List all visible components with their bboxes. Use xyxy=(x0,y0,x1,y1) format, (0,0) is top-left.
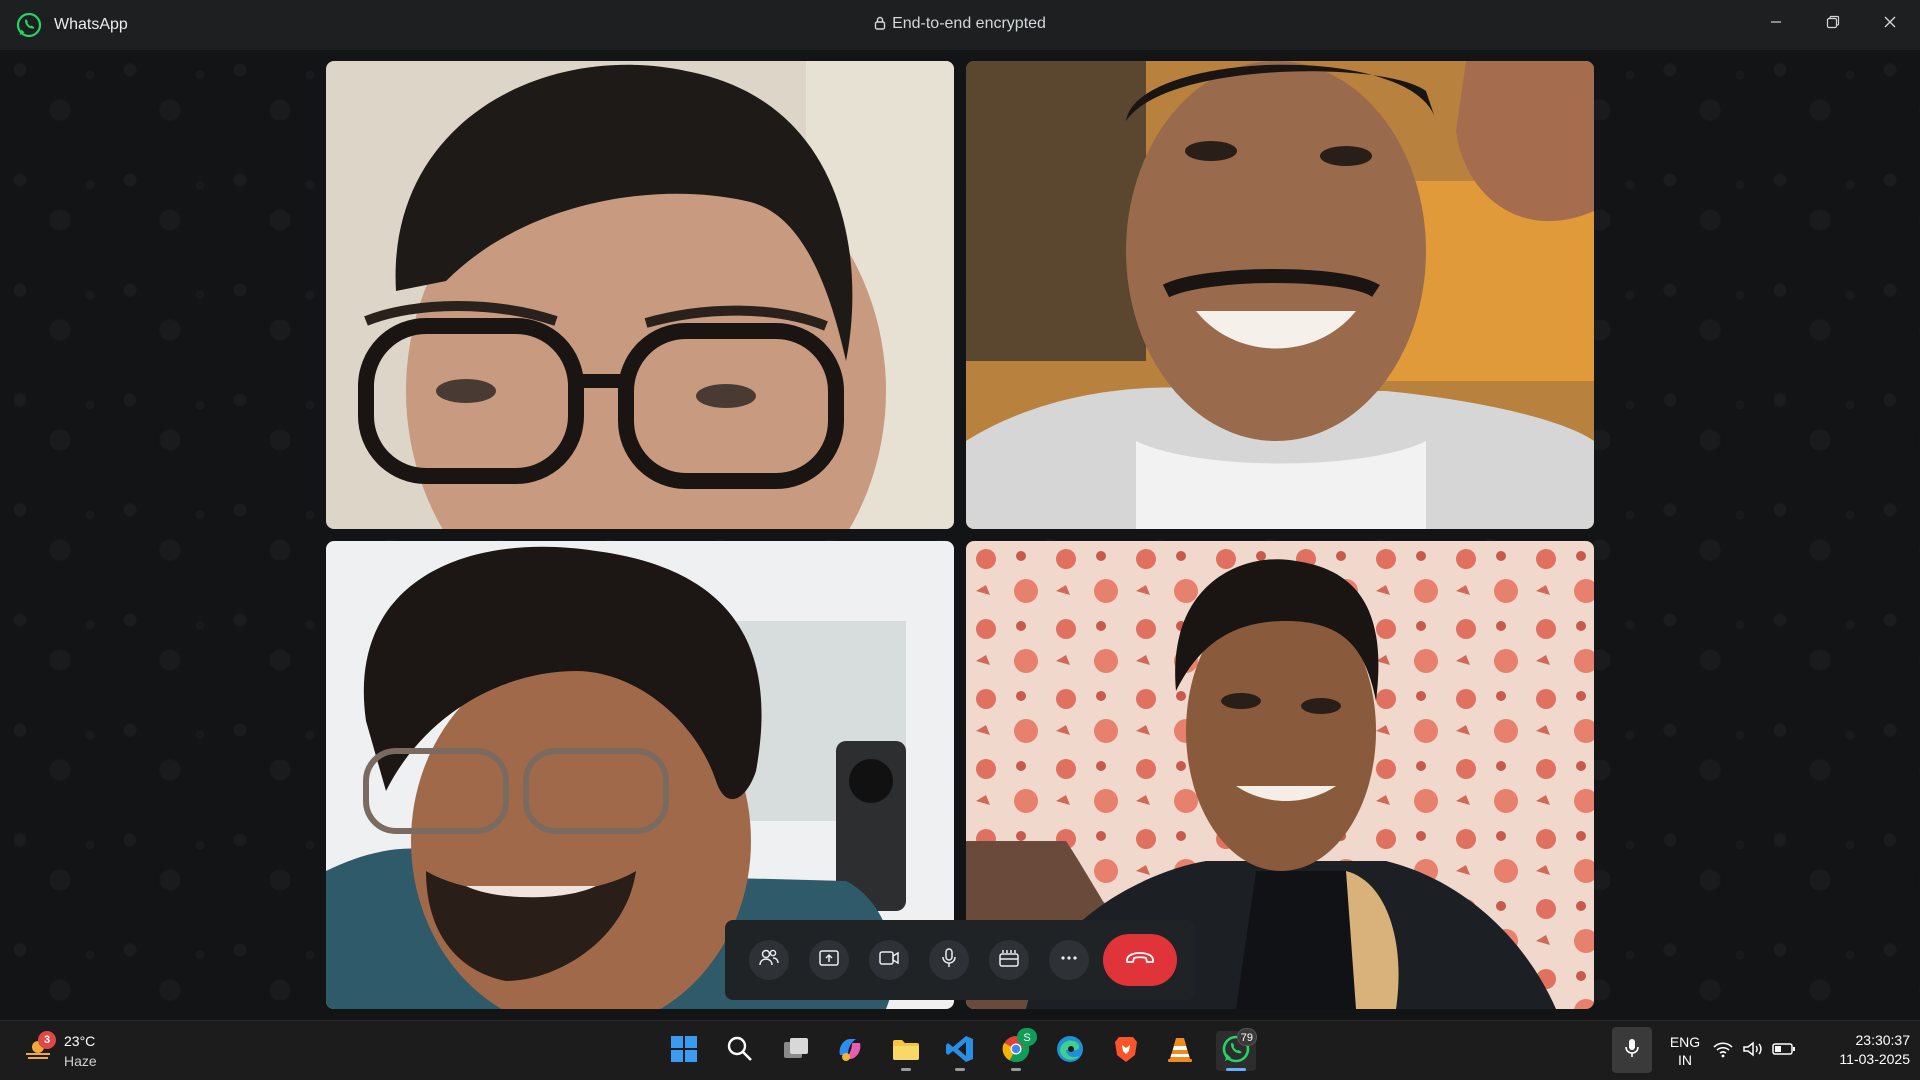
edge-button[interactable] xyxy=(1050,1031,1090,1071)
share-screen-button[interactable] xyxy=(809,940,849,980)
file-explorer-button[interactable] xyxy=(886,1031,926,1071)
folder-icon xyxy=(890,1033,922,1070)
whatsapp-button[interactable]: 79 xyxy=(1216,1028,1257,1071)
brave-icon xyxy=(1110,1033,1142,1070)
volume-icon xyxy=(1742,1040,1764,1063)
running-indicator xyxy=(955,1068,965,1071)
participant-video-1[interactable] xyxy=(326,61,954,529)
start-button[interactable] xyxy=(664,1031,704,1071)
close-button[interactable] xyxy=(1867,6,1913,42)
call-area xyxy=(0,50,1920,1020)
search-icon xyxy=(724,1033,756,1070)
weather-widget[interactable]: 3 23°C Haze xyxy=(20,1029,110,1073)
encryption-label: End-to-end encrypted xyxy=(892,15,1046,32)
microphone-icon xyxy=(1624,1037,1640,1064)
copilot-button[interactable] xyxy=(830,1031,870,1071)
task-view-icon xyxy=(780,1033,812,1070)
weather-temperature: 23°C xyxy=(64,1033,96,1049)
windows-icon xyxy=(668,1033,700,1070)
more-icon xyxy=(1058,947,1080,974)
camera-button[interactable] xyxy=(869,940,909,980)
people-icon xyxy=(758,947,780,974)
weather-condition: Haze xyxy=(64,1053,97,1069)
windows-taskbar: 3 23°C Haze S 79 ENG IN 23:30:37 11-03-2… xyxy=(0,1020,1920,1080)
system-tray[interactable] xyxy=(1712,1039,1802,1063)
title-bar: WhatsApp End-to-end encrypted xyxy=(0,0,1920,50)
vlc-icon xyxy=(1164,1033,1196,1070)
battery-icon xyxy=(1772,1041,1796,1062)
wifi-icon xyxy=(1712,1040,1734,1063)
running-indicator xyxy=(1011,1068,1021,1071)
weather-badge: 3 xyxy=(38,1031,56,1049)
clock-time: 23:30:37 xyxy=(1855,1032,1911,1048)
copilot-icon xyxy=(834,1033,866,1070)
microphone-button[interactable] xyxy=(929,940,969,980)
vscode-button[interactable] xyxy=(940,1031,980,1071)
restore-icon xyxy=(1826,15,1840,34)
chrome-profile-badge: S xyxy=(1017,1028,1037,1046)
brave-button[interactable] xyxy=(1106,1031,1146,1071)
more-options-button[interactable] xyxy=(1049,940,1089,980)
whatsapp-unread-badge: 79 xyxy=(1236,1028,1257,1046)
clock[interactable]: 23:30:37 11-03-2025 xyxy=(1810,1031,1910,1069)
call-controls xyxy=(725,920,1195,1000)
effects-icon xyxy=(998,947,1020,974)
language-indicator[interactable]: ENG IN xyxy=(1665,1033,1705,1069)
participant-video-2[interactable] xyxy=(966,61,1594,529)
close-icon xyxy=(1883,15,1897,34)
region-code: IN xyxy=(1678,1052,1692,1068)
microphone-icon xyxy=(938,947,960,974)
running-indicator xyxy=(1226,1068,1246,1071)
restore-button[interactable] xyxy=(1810,6,1856,42)
video-camera-icon xyxy=(878,947,900,974)
minimize-button[interactable] xyxy=(1753,6,1799,42)
chrome-button[interactable]: S xyxy=(996,1028,1037,1071)
language-code: ENG xyxy=(1669,1034,1701,1050)
microphone-in-use-button[interactable] xyxy=(1612,1027,1652,1073)
share-screen-icon xyxy=(818,947,840,974)
clock-date: 11-03-2025 xyxy=(1839,1051,1910,1067)
task-view-button[interactable] xyxy=(776,1031,816,1071)
lock-icon xyxy=(874,16,886,35)
search-button[interactable] xyxy=(720,1031,760,1071)
end-call-icon xyxy=(1125,950,1155,971)
edge-icon xyxy=(1054,1033,1086,1070)
vscode-icon xyxy=(944,1033,976,1070)
running-indicator xyxy=(901,1068,911,1071)
minimize-icon xyxy=(1770,15,1782,33)
encryption-status: End-to-end encrypted xyxy=(0,15,1920,35)
whatsapp-call-window: WhatsApp End-to-end encrypted 3 23°C Haz… xyxy=(0,0,1920,1080)
participants-button[interactable] xyxy=(749,940,789,980)
effects-button[interactable] xyxy=(989,940,1029,980)
vlc-button[interactable] xyxy=(1160,1031,1200,1071)
end-call-button[interactable] xyxy=(1103,934,1177,986)
